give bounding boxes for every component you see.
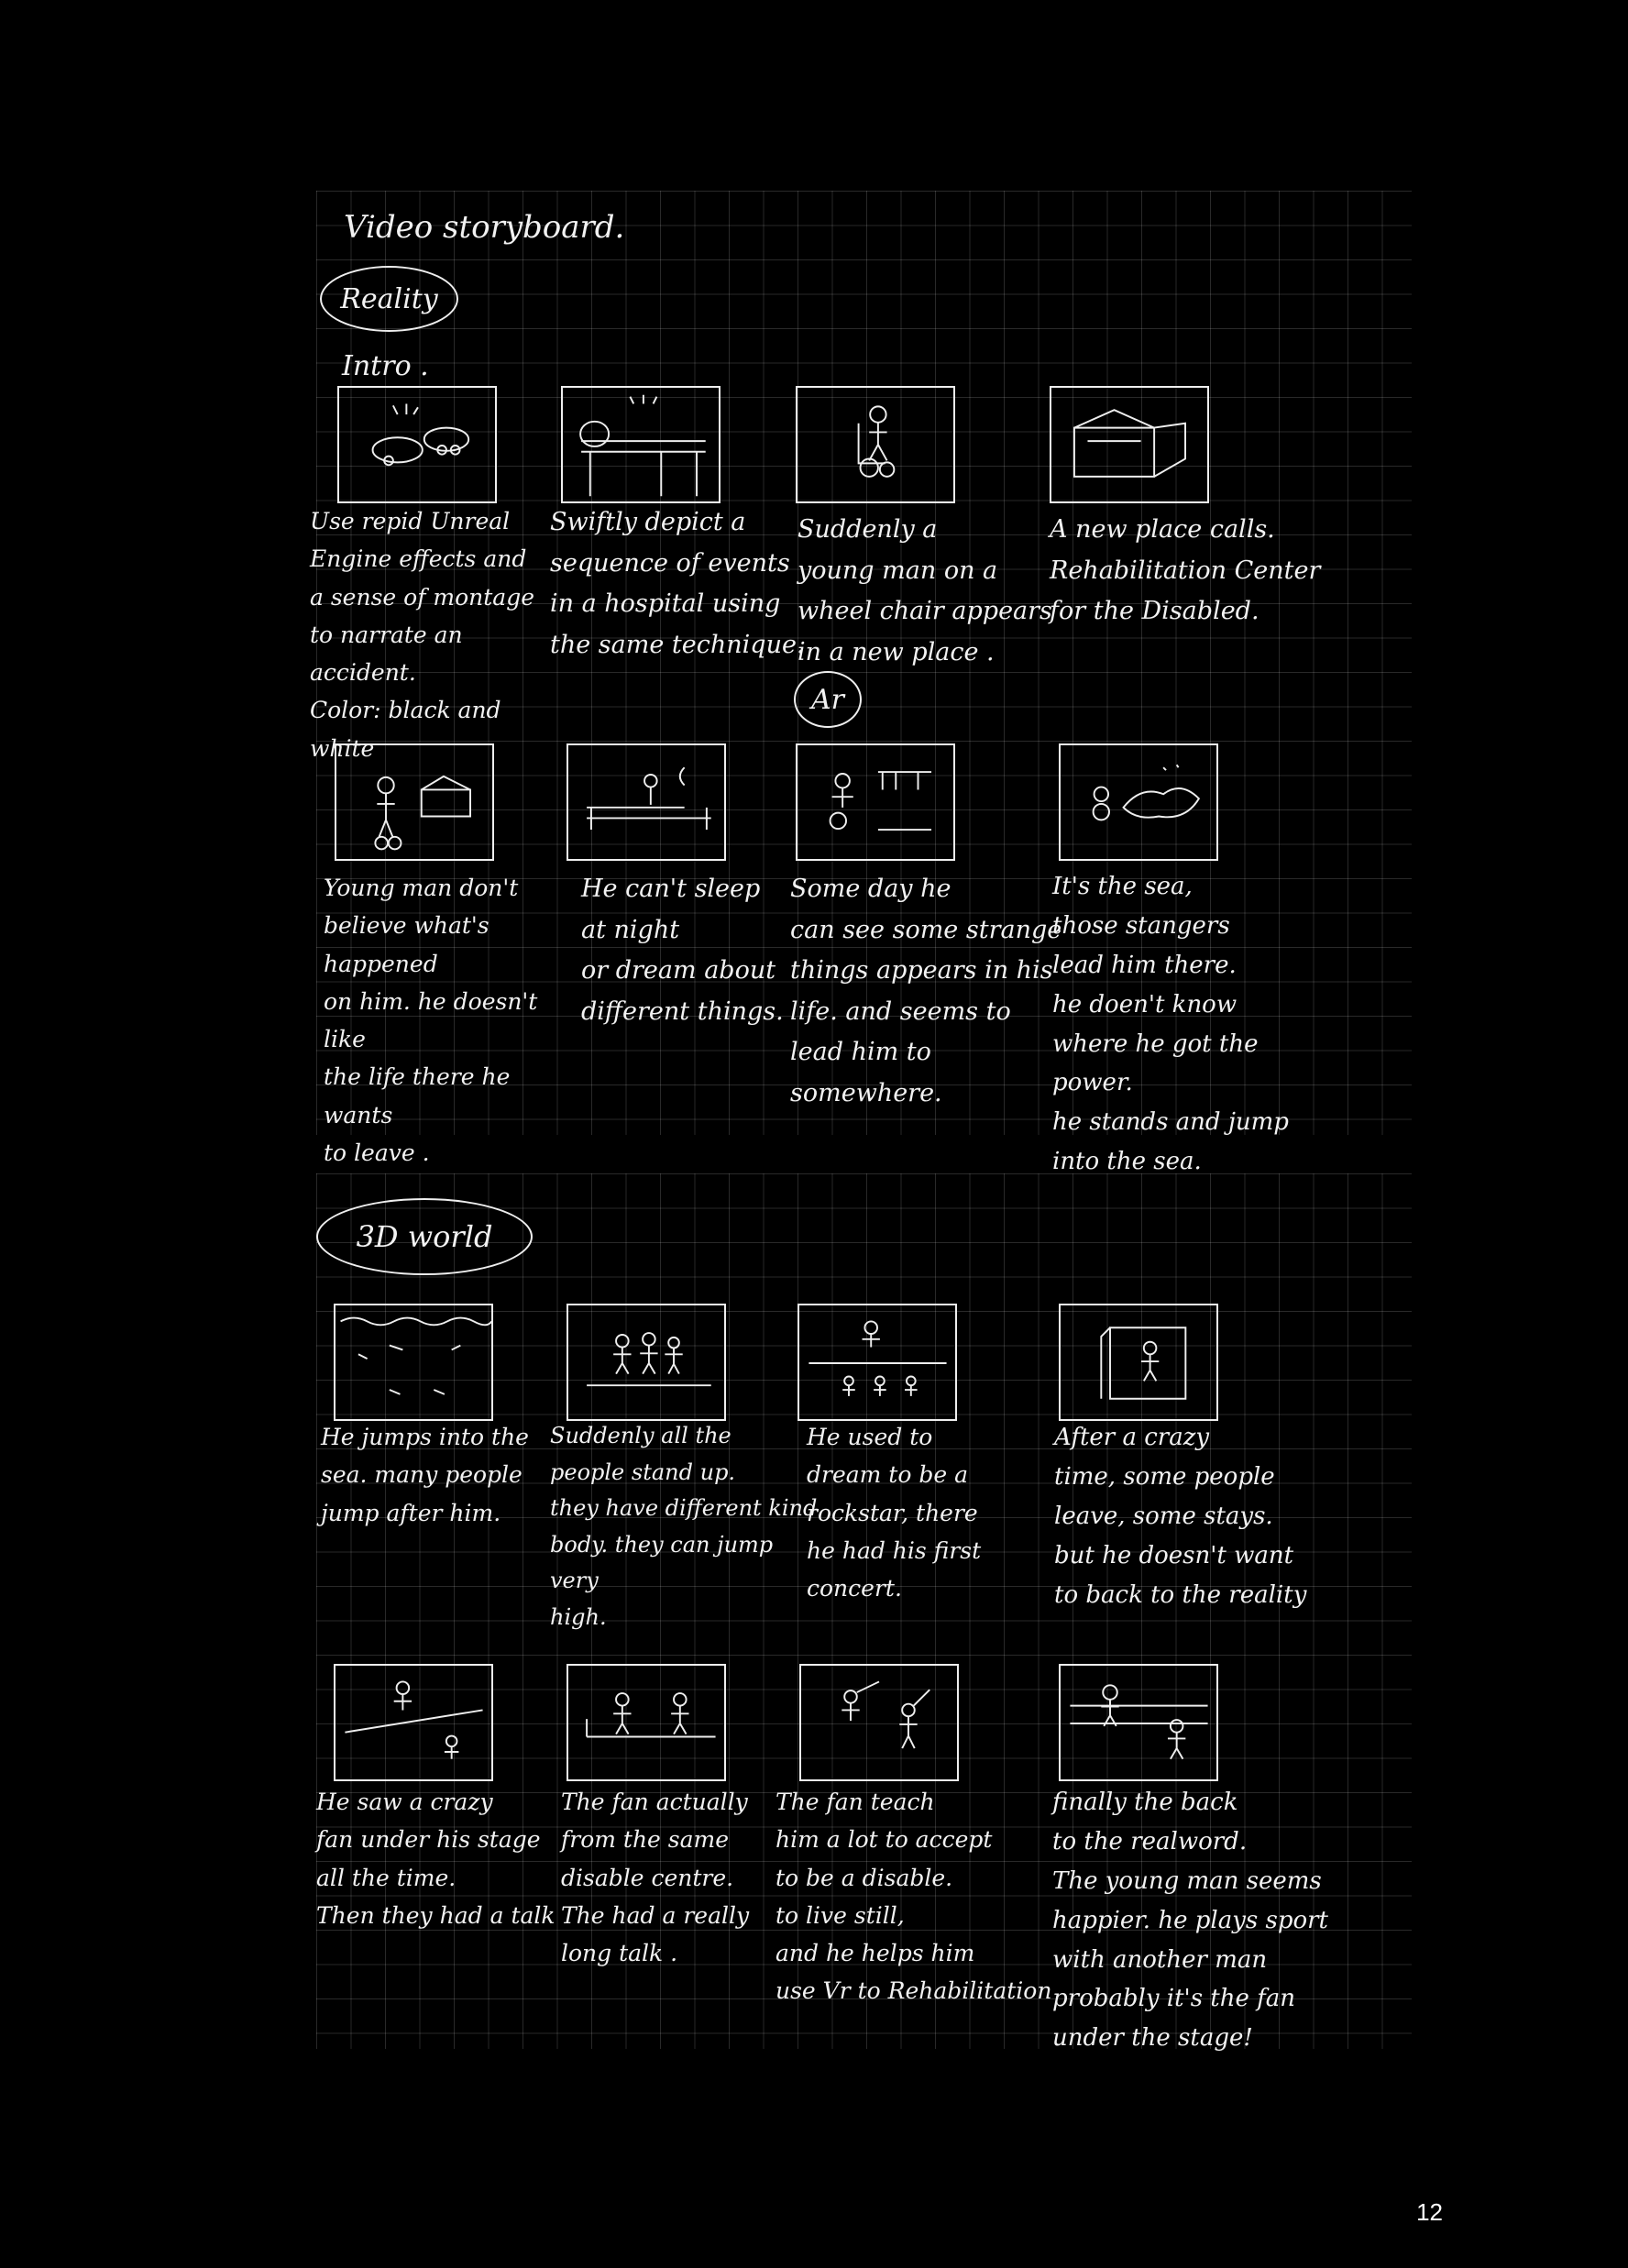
storyboard-frame-16 xyxy=(1059,1664,1218,1781)
caption-9: He jumps into the sea. many people jump … xyxy=(321,1424,529,1526)
hospital-bed-sketch xyxy=(579,394,706,497)
wheelchair-man-sketch xyxy=(857,405,896,478)
storyboard-frame-10 xyxy=(566,1304,726,1421)
storyboard-frame-13 xyxy=(334,1664,493,1781)
sport-sketch xyxy=(1070,1684,1208,1760)
storyboard-frame-1 xyxy=(337,386,497,503)
building-sketch xyxy=(1072,409,1186,478)
storyboard-frame-4 xyxy=(1050,386,1209,503)
intro-label: Intro . xyxy=(342,350,429,382)
storyboard-frame-14 xyxy=(566,1664,726,1781)
caption-10: Suddenly all the people stand up. they h… xyxy=(550,1423,818,1630)
window-figure-sketch xyxy=(1100,1327,1187,1400)
caption-7: Some day he can see some strange things … xyxy=(790,875,1062,1107)
storyboard-frame-5 xyxy=(335,743,494,861)
caption-5: Young man don't believe what's happened … xyxy=(324,875,538,1166)
caption-11: He used to dream to be a rockstar, there… xyxy=(807,1424,982,1602)
caption-15: The fan teach him a lot to accept to be … xyxy=(776,1789,1052,2005)
strange-things-sketch xyxy=(829,771,932,831)
bed-at-night-sketch xyxy=(587,766,711,831)
three-figures-sketch xyxy=(587,1332,711,1387)
section-3d-world-label: 3D world xyxy=(316,1198,533,1275)
two-figures-sketch xyxy=(586,1692,716,1738)
storyboard-frame-12 xyxy=(1059,1304,1218,1421)
storyboard-frame-15 xyxy=(799,1664,959,1781)
page-number: 12 xyxy=(1416,2198,1443,2226)
caption-2: Swiftly depict a sequence of events in a… xyxy=(550,508,805,659)
teaching-sketch xyxy=(842,1680,930,1749)
caption-13: He saw a crazy fan under his stage all t… xyxy=(316,1789,556,1929)
concert-sketch xyxy=(808,1320,947,1396)
storyboard-frame-9 xyxy=(334,1304,493,1421)
storyboard-frame-3 xyxy=(796,386,955,503)
underwater-sketch xyxy=(340,1316,491,1395)
sea-sketch xyxy=(1092,764,1201,821)
caption-4: A new place calls. Rehabilitation Center… xyxy=(1050,515,1321,626)
man-leaving-sketch xyxy=(374,775,471,851)
caption-16: finally the back to the realword. The yo… xyxy=(1052,1789,1329,2053)
storyboard-frame-8 xyxy=(1059,743,1218,861)
caption-3: Suddenly a young man on a wheel chair ap… xyxy=(798,515,1052,666)
caption-1: Use repid Unreal Engine effects and a se… xyxy=(310,508,535,762)
storyboard-frame-2 xyxy=(561,386,720,503)
storyboard-frame-11 xyxy=(798,1304,957,1421)
storyboard-frame-6 xyxy=(566,743,726,861)
stage-fan-sketch xyxy=(345,1680,483,1759)
caption-12: After a crazy time, some people leave, s… xyxy=(1054,1424,1307,1609)
car-crash-sketch xyxy=(371,403,470,467)
storyboard-title: Video storyboard. xyxy=(344,209,625,246)
section-reality-label: Reality xyxy=(320,266,458,332)
storyboard-frame-7 xyxy=(796,743,955,861)
section-ar-label: Ar xyxy=(794,671,862,728)
caption-8: It's the sea, those stangers lead him th… xyxy=(1052,873,1289,1176)
